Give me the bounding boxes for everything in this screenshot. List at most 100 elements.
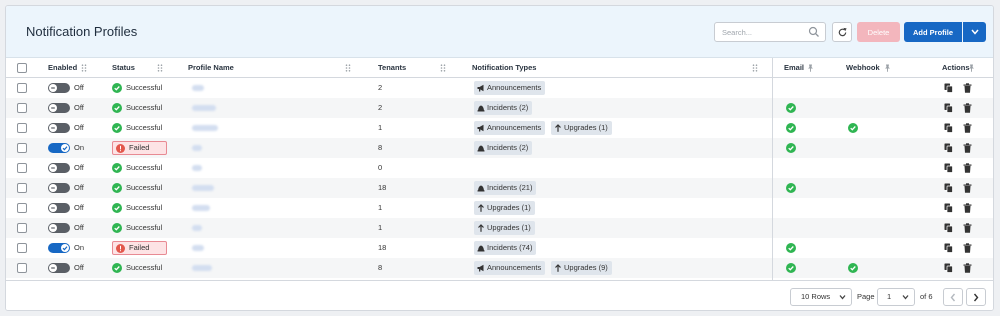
profile-name-redacted[interactable] (192, 205, 210, 211)
enabled-label: Off (74, 263, 84, 272)
enabled-toggle[interactable] (48, 223, 70, 233)
enabled-label: Off (74, 223, 84, 232)
table-row: Off Successful 8 Announcements Upgrades (9) (6, 258, 993, 278)
enabled-toggle[interactable] (48, 143, 70, 153)
row-checkbox[interactable] (17, 243, 27, 253)
search-input[interactable]: Search... (714, 22, 826, 42)
tenants-count: 1 (378, 223, 383, 232)
success-icon (112, 183, 122, 193)
row-checkbox[interactable] (17, 123, 27, 133)
copy-icon[interactable] (944, 103, 953, 113)
trash-icon[interactable] (963, 163, 972, 173)
notification-type-label: Upgrades (9) (564, 263, 608, 272)
enabled-toggle[interactable] (48, 123, 70, 133)
enabled-toggle[interactable] (48, 183, 70, 193)
copy-icon[interactable] (944, 183, 953, 193)
trash-icon[interactable] (963, 123, 972, 133)
profile-name-redacted[interactable] (192, 145, 202, 151)
profile-name-redacted[interactable] (192, 185, 214, 191)
pinned-columns-divider (772, 58, 773, 280)
pin-icon[interactable] (968, 64, 975, 72)
row-checkbox[interactable] (17, 223, 27, 233)
row-checkbox[interactable] (17, 203, 27, 213)
column-webhook[interactable]: Webhook (846, 58, 880, 78)
row-checkbox[interactable] (17, 263, 27, 273)
enabled-toggle[interactable] (48, 103, 70, 113)
refresh-icon (838, 27, 847, 36)
column-tenants[interactable]: Tenants (378, 58, 406, 78)
arrow-up-icon (555, 264, 561, 272)
add-profile-button[interactable]: Add Profile (904, 22, 962, 42)
column-drag-icon[interactable] (440, 64, 446, 72)
column-actions: Actions (942, 63, 970, 72)
table-row: Off Successful 18 Incidents (21) (6, 178, 993, 198)
trash-icon[interactable] (963, 243, 972, 253)
profile-name-redacted[interactable] (192, 225, 202, 231)
trash-icon[interactable] (963, 263, 972, 273)
previous-page-button[interactable] (943, 288, 963, 306)
table-row: Off Successful 2 Incidents (2) (6, 98, 993, 118)
megaphone-icon (477, 124, 484, 132)
copy-icon[interactable] (944, 163, 953, 173)
copy-icon[interactable] (944, 243, 953, 253)
page-select[interactable]: 1 (877, 288, 915, 306)
column-drag-icon[interactable] (345, 64, 351, 72)
column-drag-icon[interactable] (752, 64, 758, 72)
notification-type-tag: Announcements (474, 121, 546, 135)
next-page-button[interactable] (966, 288, 986, 306)
trash-icon[interactable] (963, 103, 972, 113)
profile-name-redacted[interactable] (192, 85, 204, 91)
profile-name-redacted[interactable] (192, 105, 216, 111)
enabled-toggle[interactable] (48, 263, 70, 273)
select-all-checkbox[interactable] (17, 63, 27, 73)
tenants-count: 0 (378, 163, 383, 172)
enabled-label: Off (74, 183, 84, 192)
trash-icon[interactable] (963, 143, 972, 153)
copy-icon[interactable] (944, 263, 953, 273)
check-icon (62, 146, 68, 151)
copy-icon[interactable] (944, 123, 953, 133)
profile-name-redacted[interactable] (192, 265, 212, 271)
enabled-toggle[interactable] (48, 203, 70, 213)
column-drag-icon[interactable] (157, 64, 163, 72)
row-checkbox[interactable] (17, 103, 27, 113)
column-profile-name[interactable]: Profile Name (188, 58, 234, 78)
success-icon (112, 203, 122, 213)
trash-icon[interactable] (963, 183, 972, 193)
column-enabled[interactable]: Enabled (48, 58, 77, 78)
row-checkbox[interactable] (17, 163, 27, 173)
trash-icon[interactable] (963, 83, 972, 93)
enabled-toggle[interactable] (48, 83, 70, 93)
webhook-enabled-icon (848, 263, 858, 273)
rows-per-page-select[interactable]: 10 Rows (790, 288, 852, 306)
enabled-toggle[interactable] (48, 163, 70, 173)
refresh-button[interactable] (832, 22, 852, 42)
add-profile-dropdown-button[interactable] (963, 22, 986, 42)
profile-name-redacted[interactable] (192, 125, 218, 131)
tenants-count: 8 (378, 263, 383, 272)
trash-icon[interactable] (963, 203, 972, 213)
profile-name-redacted[interactable] (192, 245, 204, 251)
bell-icon (477, 185, 485, 192)
row-checkbox[interactable] (17, 143, 27, 153)
copy-icon[interactable] (944, 223, 953, 233)
column-email[interactable]: Email (784, 58, 804, 78)
column-status[interactable]: Status (112, 58, 135, 78)
pin-icon[interactable] (807, 64, 814, 72)
pin-icon[interactable] (884, 64, 891, 72)
column-drag-icon[interactable] (81, 64, 87, 72)
table-row: On Failed 8 Incidents (2) (6, 138, 993, 158)
delete-button[interactable]: Delete (857, 22, 900, 42)
copy-icon[interactable] (944, 143, 953, 153)
toggle-knob (49, 204, 57, 212)
success-icon (112, 123, 122, 133)
row-checkbox[interactable] (17, 83, 27, 93)
column-notification-types[interactable]: Notification Types (472, 58, 536, 78)
enabled-toggle[interactable] (48, 243, 70, 253)
copy-icon[interactable] (944, 83, 953, 93)
profile-name-redacted[interactable] (192, 165, 202, 171)
notification-type-tag: Upgrades (1) (551, 121, 612, 135)
copy-icon[interactable] (944, 203, 953, 213)
trash-icon[interactable] (963, 223, 972, 233)
row-checkbox[interactable] (17, 183, 27, 193)
